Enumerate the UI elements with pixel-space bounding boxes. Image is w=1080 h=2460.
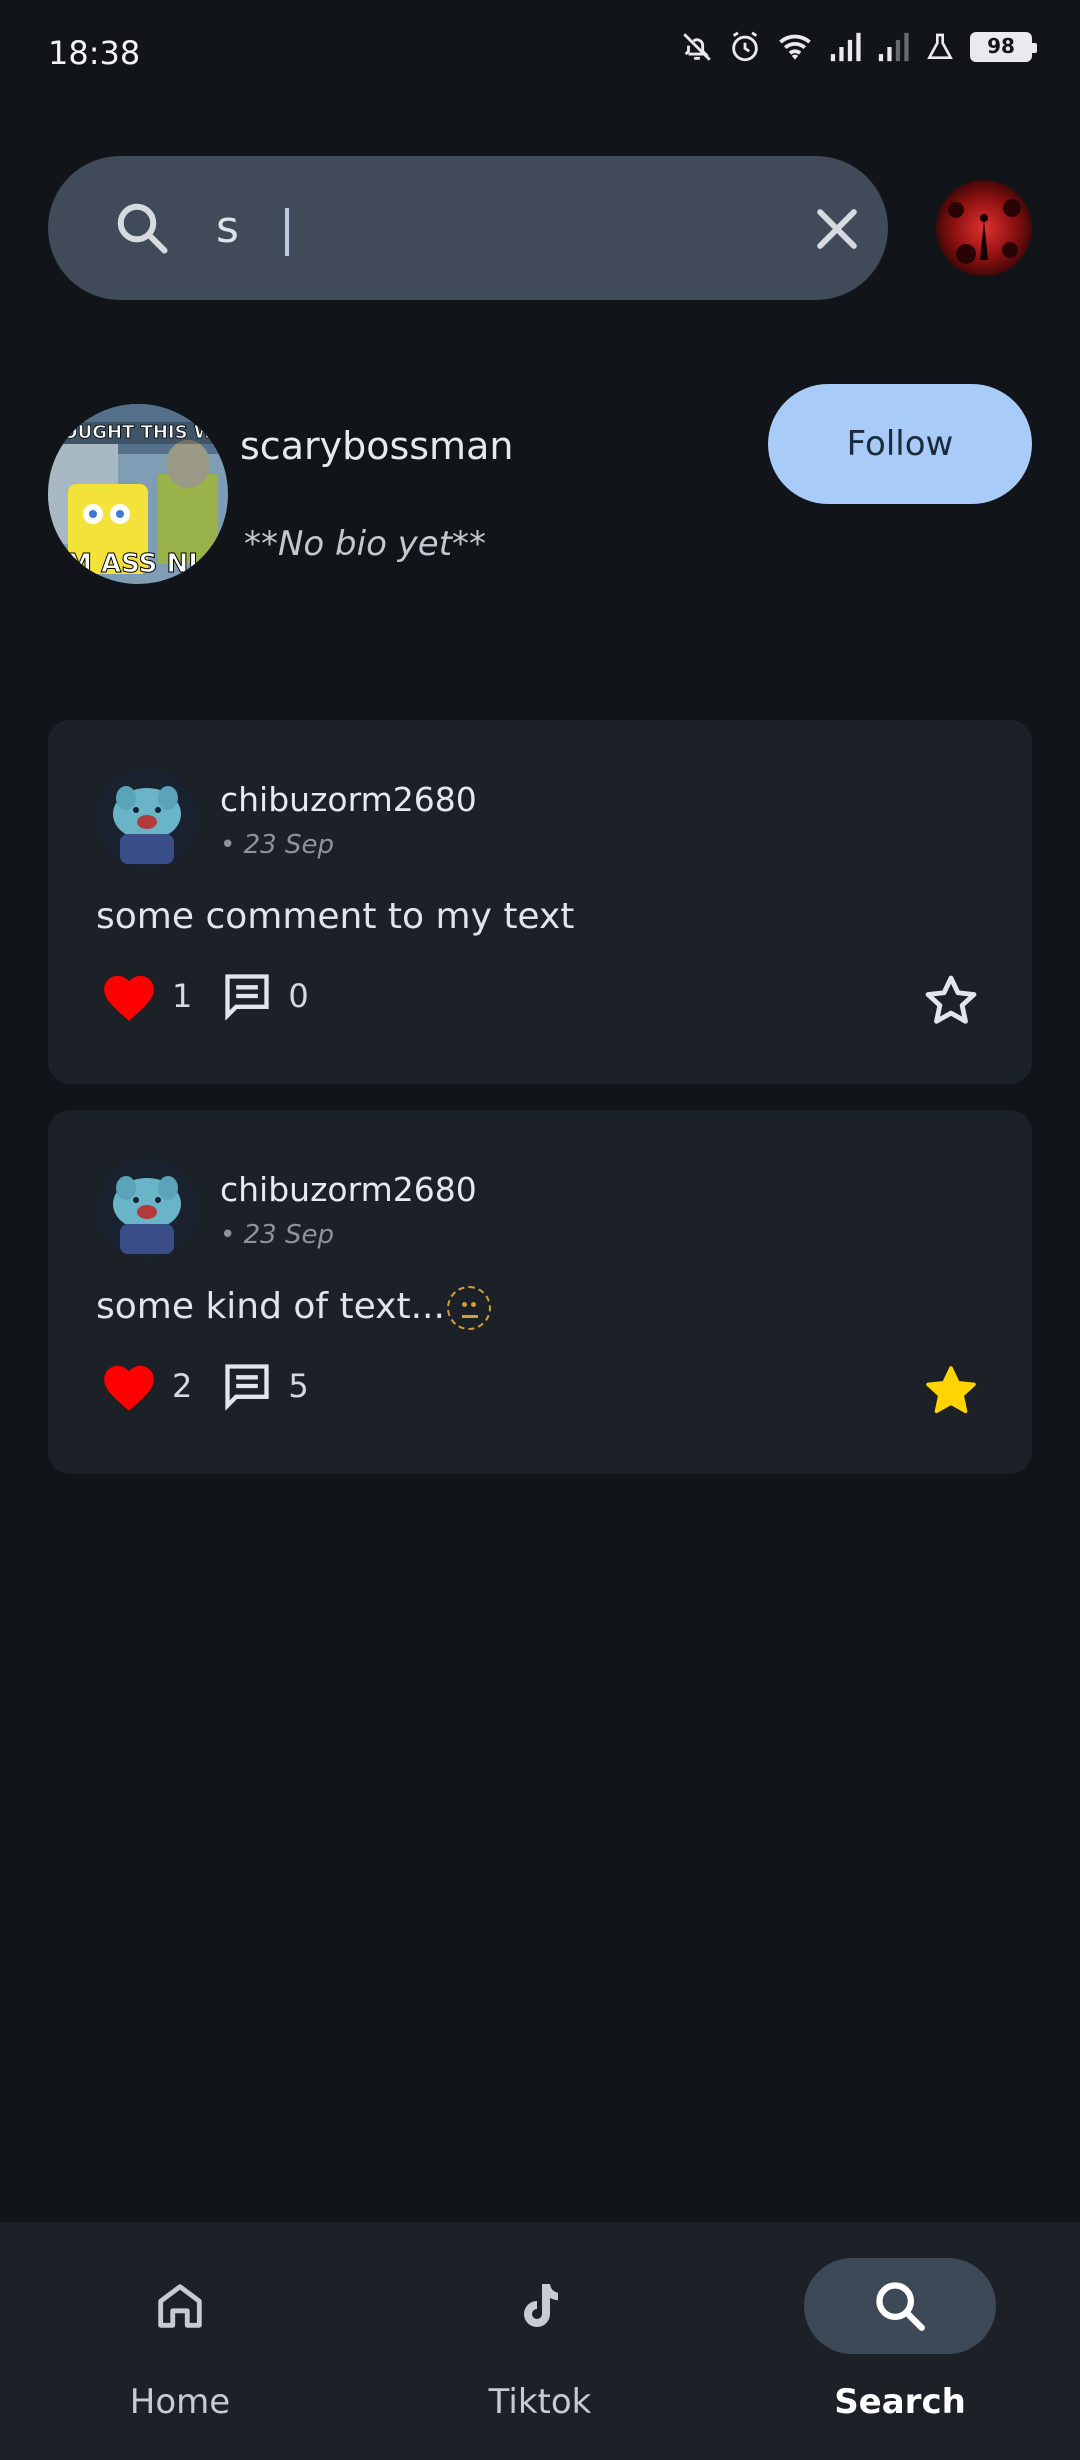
wifi-icon: [779, 34, 811, 60]
nav-icon-container: [84, 2258, 276, 2354]
bottom-navigation: Home Tiktok Search: [0, 2222, 1080, 2460]
neutral-face-emoji-icon: [446, 1286, 491, 1330]
post-text: some kind of text...: [96, 1286, 491, 1330]
nav-tiktok[interactable]: Tiktok: [360, 2222, 720, 2460]
nav-icon-container: [444, 2258, 636, 2354]
post-date: • 23 Sep: [220, 1220, 334, 1250]
heart-icon[interactable]: [100, 1360, 158, 1412]
nav-icon-container: [804, 2258, 996, 2354]
nav-label-tiktok: Tiktok: [488, 2382, 592, 2422]
battery-icon: 98: [970, 32, 1037, 62]
status-icons: 98: [680, 30, 1037, 64]
post-actions: 2 5: [100, 1360, 309, 1412]
home-icon: [158, 2284, 202, 2328]
star-filled-icon[interactable]: [922, 1362, 980, 1420]
bell-off-icon: [683, 33, 711, 61]
profile-username[interactable]: scarybossman: [240, 424, 513, 468]
status-time: 18:38: [48, 34, 141, 72]
like-count: 1: [172, 977, 193, 1015]
signal-icon: [878, 32, 909, 62]
post-author-name[interactable]: chibuzorm2680: [220, 1170, 477, 1209]
comment-count: 5: [288, 1367, 309, 1405]
post-date: • 23 Sep: [220, 830, 334, 860]
search-icon: [876, 2282, 925, 2331]
star-outline-icon[interactable]: [922, 972, 980, 1030]
heart-icon[interactable]: [100, 970, 158, 1022]
nav-label-home: Home: [129, 2382, 231, 2422]
profile-bio: **No bio yet**: [244, 524, 487, 564]
user-avatar[interactable]: [936, 180, 1032, 276]
post-author-name[interactable]: chibuzorm2680: [220, 780, 477, 819]
post-actions: 1 0: [100, 970, 309, 1022]
comment-icon[interactable]: [220, 1360, 274, 1412]
search-icon: [117, 203, 168, 254]
text-caret: [285, 208, 289, 256]
profile-avatar[interactable]: OUGHT THIS W M ASS NI: [48, 404, 228, 584]
alarm-icon: [732, 31, 758, 62]
post-text-content: some kind of text...: [96, 1286, 445, 1327]
status-bar: 18:38 98: [0, 0, 1080, 110]
battery-level: 98: [987, 34, 1015, 58]
nav-label-search: Search: [834, 2382, 966, 2422]
close-icon[interactable]: [808, 200, 866, 258]
post-card[interactable]: chibuzorm2680 • 23 Sep some kind of text…: [48, 1110, 1032, 1474]
signal-icon: [830, 32, 861, 62]
post-card[interactable]: chibuzorm2680 • 23 Sep some comment to m…: [48, 720, 1032, 1084]
post-author-avatar[interactable]: [96, 768, 198, 870]
nav-home[interactable]: Home: [0, 2222, 360, 2460]
post-author-avatar[interactable]: [96, 1158, 198, 1260]
search-input[interactable]: s: [216, 192, 776, 264]
comment-count: 0: [288, 977, 309, 1015]
comment-icon[interactable]: [220, 970, 274, 1022]
tiktok-icon: [524, 2284, 558, 2327]
post-text: some comment to my text: [96, 896, 575, 937]
svg-text:M ASS NI: M ASS NI: [66, 549, 198, 579]
search-bar[interactable]: s: [48, 156, 888, 300]
nav-search[interactable]: Search: [720, 2222, 1080, 2460]
follow-button[interactable]: Follow: [768, 384, 1032, 504]
lab-flask-icon: [927, 33, 953, 59]
like-count: 2: [172, 1367, 193, 1405]
screen: 18:38 98 s OUGHT THIS W M ASS NI scarybo…: [0, 0, 1080, 2460]
svg-text:OUGHT THIS W: OUGHT THIS W: [62, 422, 214, 443]
